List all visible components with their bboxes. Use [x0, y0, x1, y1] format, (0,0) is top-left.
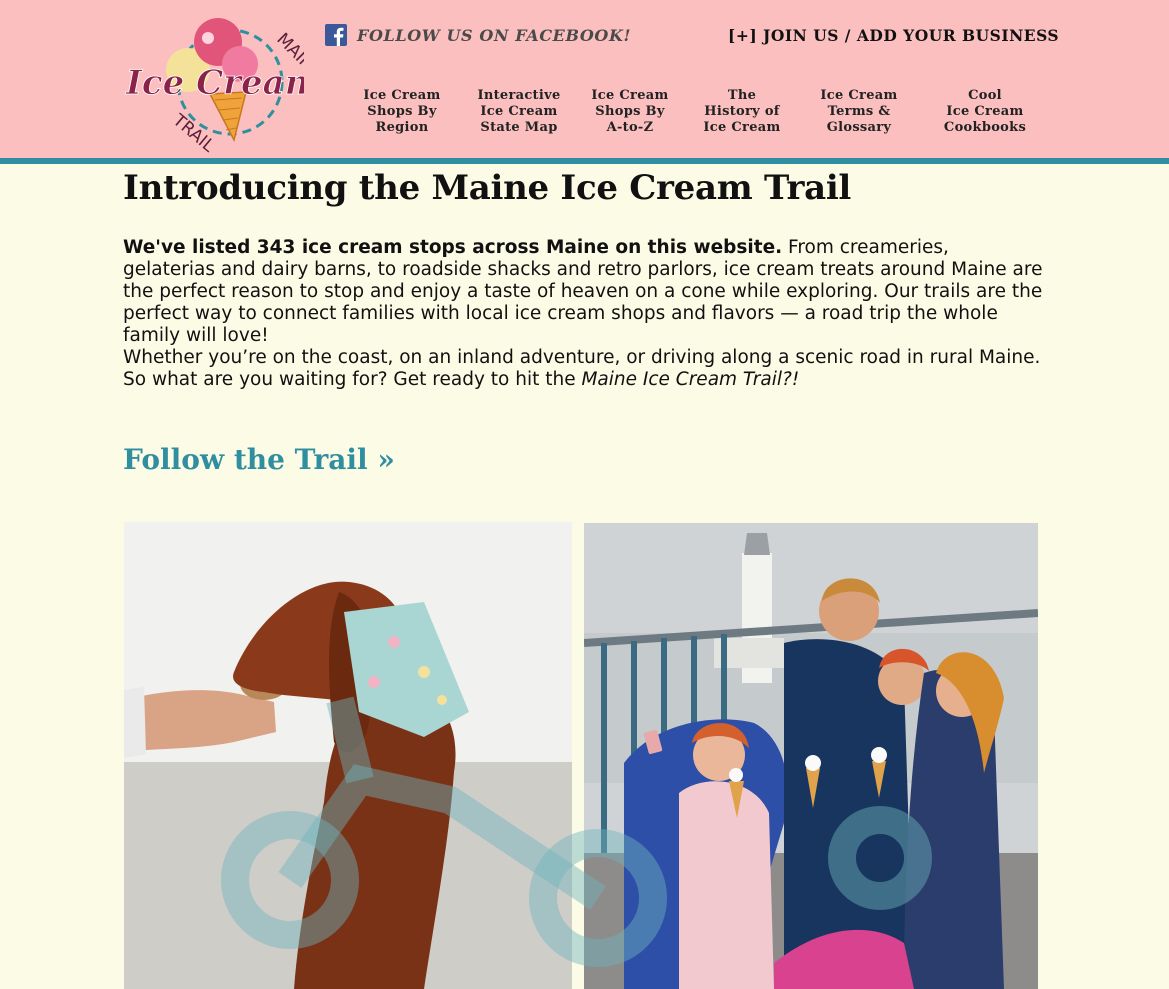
nav-label-line: Ice Cream: [480, 104, 558, 119]
family-lighthouse-photo: [584, 523, 1038, 989]
nav-label-line: History of: [704, 104, 780, 119]
nav-cookbooks[interactable]: Cool Ice Cream Cookbooks: [930, 88, 1040, 136]
nav-state-map[interactable]: Interactive Ice Cream State Map: [464, 88, 574, 136]
logo-trail-text: TRAIL: [168, 110, 219, 154]
nav-label-line: Terms &: [827, 104, 891, 119]
nav-glossary[interactable]: Ice Cream Terms & Glossary: [804, 88, 914, 136]
facebook-link[interactable]: FOLLOW US ON FACEBOOK!: [325, 24, 631, 46]
nav-label-line: Shops By: [367, 104, 437, 119]
logo-icecream-text: Ice Cream: [125, 63, 304, 103]
intro-paragraph: We've listed 343 ice cream stops across …: [123, 237, 1043, 347]
nav-shops-by-region[interactable]: Ice Cream Shops By Region: [347, 88, 457, 136]
nav-label-line: Ice Cream: [820, 88, 898, 103]
nav-label-line: Glossary: [826, 120, 892, 135]
facebook-label: FOLLOW US ON FACEBOOK!: [357, 25, 632, 45]
site-header: MAINE Ice Cream TRAIL FOLLOW US ON FACEB…: [0, 0, 1169, 164]
nav-shops-a-to-z[interactable]: Ice Cream Shops By A-to-Z: [575, 88, 685, 136]
nav-history[interactable]: The History of Ice Cream: [687, 88, 797, 136]
nav-label-line: Shops By: [595, 104, 665, 119]
nav-label-line: Interactive: [477, 88, 561, 103]
nav-label-line: Ice Cream: [946, 104, 1024, 119]
nav-label-line: Cool: [968, 88, 1002, 103]
intro-bold-text: We've listed 343 ice cream stops across …: [123, 237, 783, 258]
follow-the-trail-link[interactable]: Follow the Trail »: [123, 443, 395, 476]
facebook-icon: [325, 24, 347, 46]
nav-label-line: State Map: [480, 120, 558, 135]
trail-name-italic: Maine Ice Cream Trail?!: [581, 369, 800, 390]
dog-ice-cream-photo: [124, 522, 572, 989]
nav-label-line: Cookbooks: [943, 120, 1027, 135]
nav-label-line: A-to-Z: [606, 120, 654, 135]
nav-label-line: Ice Cream: [703, 120, 781, 135]
second-paragraph: Whether you’re on the coast, on an inlan…: [123, 347, 1043, 391]
nav-label-line: Ice Cream: [591, 88, 669, 103]
page-title: Introducing the Maine Ice Cream Trail: [123, 168, 852, 208]
nav-label-line: The: [727, 88, 757, 103]
nav-label-line: Ice Cream: [363, 88, 441, 103]
nav-label-line: Region: [375, 120, 429, 135]
maine-ice-cream-trail-logo[interactable]: MAINE Ice Cream TRAIL: [122, 12, 304, 154]
join-us-link[interactable]: [+] JOIN US / ADD YOUR BUSINESS: [728, 26, 1059, 45]
